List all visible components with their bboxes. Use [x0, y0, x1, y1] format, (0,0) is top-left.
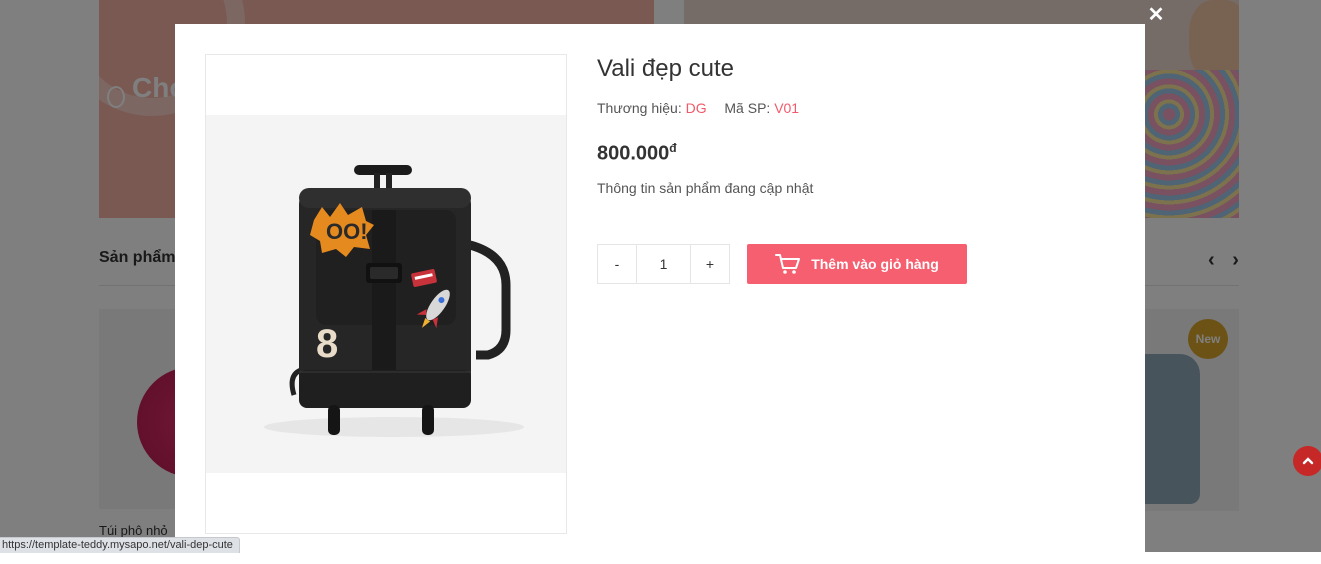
- cart-icon: [775, 254, 801, 274]
- price-value: 800.000: [597, 142, 670, 165]
- add-to-cart-label: Thêm vào giỏ hàng: [811, 256, 939, 272]
- brand-value[interactable]: DG: [686, 100, 707, 116]
- chevron-up-icon: [1302, 457, 1314, 465]
- product-image-frame: OO! 8: [205, 54, 567, 534]
- back-to-top-button[interactable]: [1293, 446, 1321, 476]
- link-url-status: https://template-teddy.mysapo.net/vali-d…: [0, 537, 240, 553]
- quantity-input[interactable]: [636, 245, 691, 283]
- price-currency: đ: [669, 141, 677, 155]
- quantity-stepper: - +: [597, 244, 730, 284]
- product-meta: Thương hiệu: DG Mã SP: V01: [597, 100, 799, 116]
- sku-label: Mã SP:: [724, 100, 771, 116]
- product-price: 800.000đ: [597, 141, 677, 166]
- modal-close-button[interactable]: ✕: [1146, 5, 1166, 25]
- product-description: Thông tin sản phẩm đang cập nhật: [597, 180, 814, 196]
- quantity-decrease-button[interactable]: -: [598, 245, 636, 283]
- svg-text:OO!: OO!: [326, 219, 368, 244]
- svg-text:8: 8: [316, 322, 338, 366]
- quick-view-modal: OO! 8 Vali đẹp cute Thương hiệu: DG Mã S…: [175, 24, 1145, 564]
- quantity-increase-button[interactable]: +: [691, 245, 729, 283]
- brand-label: Thương hiệu:: [597, 100, 682, 116]
- suitcase-backpack-image: OO! 8: [264, 165, 524, 437]
- product-image[interactable]: OO! 8: [206, 115, 566, 473]
- product-title: Vali đẹp cute: [597, 55, 734, 82]
- add-to-cart-button[interactable]: Thêm vào giỏ hàng: [747, 244, 967, 284]
- sku-value: V01: [774, 100, 800, 116]
